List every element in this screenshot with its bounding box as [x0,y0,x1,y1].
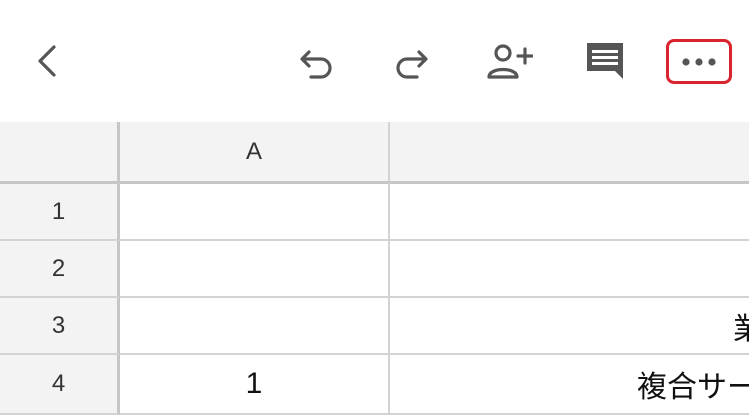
cell-a1[interactable] [120,184,390,241]
more-horizontal-icon [682,57,716,66]
add-person-icon [487,44,533,79]
spreadsheet-grid: A 1 2 3 業 4 1 複合サー [0,122,749,415]
cell-b3[interactable]: 業 [390,298,749,355]
column-header-a[interactable]: A [120,122,390,184]
share-button[interactable] [484,38,534,84]
row-header[interactable]: 4 [0,355,120,415]
comments-button[interactable] [580,38,630,84]
cell-b2[interactable] [390,241,749,298]
cell-b4[interactable]: 複合サー [390,355,749,415]
column-header-b[interactable] [390,122,749,184]
column-header-row: A [0,122,749,184]
table-row: 3 業 [0,298,749,355]
comment-icon [587,43,623,79]
table-row: 1 [0,184,749,241]
cell-a2[interactable] [120,241,390,298]
table-row: 4 1 複合サー [0,355,749,415]
cell-a3[interactable] [120,298,390,355]
cell-a4[interactable]: 1 [120,355,390,415]
redo-icon [396,50,428,79]
cell-b1[interactable] [390,184,749,241]
row-header[interactable]: 1 [0,184,120,241]
toolbar [0,0,749,122]
back-button[interactable] [24,38,70,84]
row-header[interactable]: 3 [0,298,120,355]
row-header[interactable]: 2 [0,241,120,298]
undo-icon [300,50,332,79]
chevron-left-icon [38,45,56,77]
table-row: 2 [0,241,749,298]
select-all-corner[interactable] [0,122,120,184]
more-button[interactable] [669,42,729,81]
redo-button[interactable] [388,40,434,86]
undo-button[interactable] [294,40,340,86]
